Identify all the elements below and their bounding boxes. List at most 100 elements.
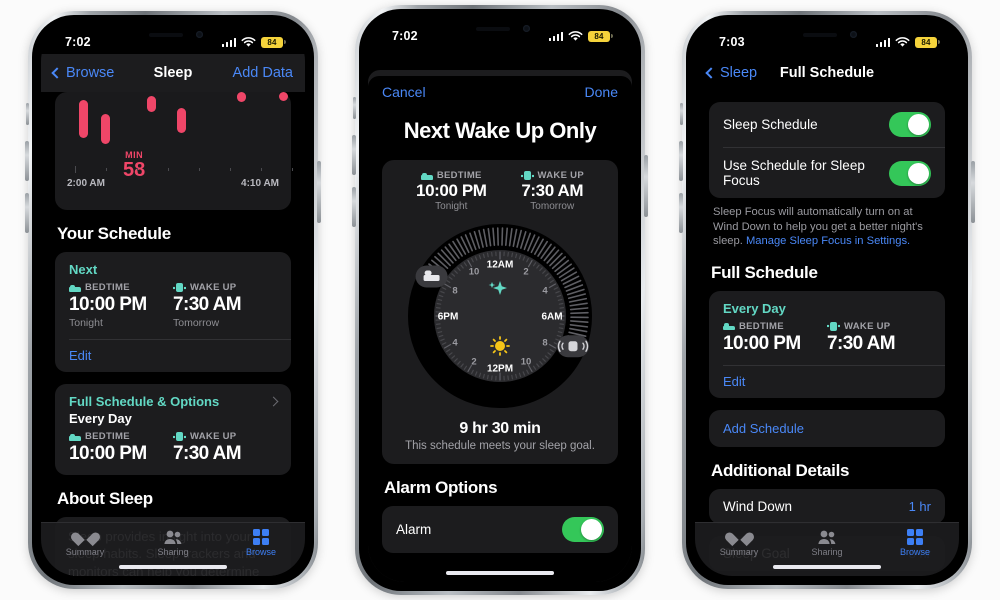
chart-bar	[279, 92, 288, 101]
tab-sharing-label: Sharing	[811, 547, 843, 557]
wakeup-sub: Tomorrow	[530, 201, 575, 212]
wifi-icon	[568, 30, 583, 41]
silent-switch[interactable]	[353, 97, 356, 119]
cancel-button[interactable]: Cancel	[382, 84, 426, 100]
alarm-toggle[interactable]	[562, 517, 604, 542]
schedule-card-body: Every Day BEDTIME 10:00 PM WAKE UP 7:30 …	[709, 291, 945, 365]
status-time: 7:02	[392, 29, 418, 43]
status-indicators: 84	[875, 36, 940, 48]
wakeup-sub: Tomorrow	[173, 317, 220, 329]
chevron-right-icon	[268, 396, 279, 407]
add-schedule-card[interactable]: Add Schedule	[709, 409, 945, 447]
wifi-icon	[241, 36, 256, 47]
speaker-icon	[149, 33, 183, 37]
volume-up-button[interactable]	[352, 135, 356, 175]
tab-browse[interactable]: Browse	[217, 529, 305, 557]
scroll-content[interactable]: Sleep Schedule Use Schedule for Sleep Fo…	[695, 92, 959, 576]
edit-button[interactable]: Edit	[709, 366, 945, 398]
power-button[interactable]	[644, 155, 648, 217]
wakeup-caption-wrap: WAKE UP	[827, 321, 931, 332]
wakeup-caption: WAKE UP	[190, 282, 237, 293]
chevron-left-icon	[705, 67, 717, 79]
phone-screen: 7:02 84	[368, 18, 632, 582]
wakeup-column: WAKE UP 7:30 AM	[173, 431, 277, 465]
tab-sharing[interactable]: Sharing	[129, 529, 217, 557]
tab-sharing[interactable]: Sharing	[783, 529, 871, 557]
modal-sheet: Cancel Done Next Wake Up Only BEDTIME 10…	[368, 70, 632, 582]
bed-icon	[420, 172, 433, 180]
bedtime-column: BEDTIME 10:00 PM Tonight	[69, 282, 173, 329]
svg-text:4: 4	[542, 286, 548, 297]
volume-up-button[interactable]	[679, 141, 683, 181]
wakeup-column: WAKE UP 7:30 AM	[827, 321, 931, 355]
volume-down-button[interactable]	[25, 193, 29, 233]
battery-level: 84	[921, 37, 931, 47]
volume-down-button[interactable]	[679, 193, 683, 233]
schedule-card[interactable]: Every Day BEDTIME 10:00 PM WAKE UP 7:30 …	[709, 290, 945, 398]
tab-summary[interactable]: Summary	[695, 529, 783, 557]
alarm-options-heading: Alarm Options	[384, 478, 498, 497]
home-indicator[interactable]	[773, 565, 881, 569]
alarm-icon	[173, 432, 186, 441]
full-schedule-card[interactable]: Full Schedule & Options Every Day BEDTIM…	[55, 384, 291, 475]
sleep-schedule-toggle[interactable]	[889, 112, 931, 137]
wind-down-row[interactable]: Wind Down 1 hr	[709, 489, 945, 524]
svg-text:10: 10	[521, 357, 532, 368]
tab-summary[interactable]: Summary	[41, 529, 129, 557]
back-button[interactable]: Sleep	[705, 65, 827, 81]
volume-down-button[interactable]	[352, 187, 356, 227]
sheet-heading: Next Wake Up Only	[403, 118, 597, 143]
scroll-content[interactable]: MIN 58 2:00 AM 4:10 AM Your Schedule Nex…	[41, 92, 305, 576]
chart-bar	[101, 114, 110, 144]
power-button[interactable]	[317, 161, 321, 223]
sleep-focus-row[interactable]: Use Schedule for Sleep Focus	[709, 148, 945, 198]
sleep-focus-toggle[interactable]	[889, 160, 931, 186]
sleep-chart-card[interactable]: MIN 58 2:00 AM 4:10 AM	[55, 92, 293, 210]
wakeup-column: WAKE UP 7:30 AM Tomorrow	[520, 170, 584, 212]
svg-text:12PM: 12PM	[487, 364, 513, 375]
bed-icon	[723, 322, 735, 331]
full-schedule-title: Full Schedule & Options	[69, 394, 220, 409]
sleep-toggles-group: Sleep Schedule Use Schedule for Sleep Fo…	[709, 102, 945, 198]
alarm-toggle-row[interactable]: Alarm	[382, 506, 618, 553]
home-indicator[interactable]	[119, 565, 227, 569]
schedule-dial-card[interactable]: BEDTIME 10:00 PM Tonight WAKE UP 7:30 AM…	[382, 160, 618, 464]
speaker-icon	[803, 33, 837, 37]
add-data-label: Add Data	[232, 65, 293, 81]
wakeup-caption: WAKE UP	[844, 320, 891, 332]
camera-icon	[523, 25, 530, 32]
next-schedule-card[interactable]: Next BEDTIME 10:00 PM Tonight WAKE UP 7:…	[55, 252, 291, 372]
tab-browse-label: Browse	[899, 547, 930, 557]
chart-axis-left: 2:00 AM	[67, 178, 105, 189]
wakeup-caption-wrap: WAKE UP	[173, 282, 277, 293]
your-schedule-heading: Your Schedule	[57, 224, 171, 243]
sleep-schedule-row[interactable]: Sleep Schedule	[709, 102, 945, 147]
wakeup-value: 7:30 AM	[173, 443, 242, 464]
silent-switch[interactable]	[680, 103, 683, 125]
done-button[interactable]: Done	[585, 84, 618, 100]
sleep-dial[interactable]: 12AM 2 4 6AM 8 10 12PM 2 4 6PM 8 10	[404, 220, 596, 412]
dial-svg[interactable]: 12AM 2 4 6AM 8 10 12PM 2 4 6PM 8 10	[404, 220, 596, 412]
battery-level: 84	[267, 37, 277, 47]
battery-icon: 84	[915, 36, 940, 48]
back-button[interactable]: Browse	[51, 65, 173, 81]
bedtime-sub: Tonight	[69, 317, 103, 329]
chart-bars: MIN 58	[67, 92, 288, 180]
people-icon	[164, 530, 182, 544]
chevron-left-icon	[51, 67, 63, 79]
bedtime-value: 10:00 PM	[69, 294, 147, 315]
edit-button[interactable]: Edit	[55, 340, 291, 372]
bedtime-sub: Tonight	[435, 201, 468, 212]
silent-switch[interactable]	[26, 103, 29, 125]
volume-up-button[interactable]	[25, 141, 29, 181]
power-button[interactable]	[971, 161, 975, 223]
additional-details-heading: Additional Details	[711, 460, 850, 480]
add-data-button[interactable]: Add Data	[173, 65, 293, 81]
tab-browse-label: Browse	[245, 547, 276, 557]
add-schedule-button[interactable]: Add Schedule	[709, 410, 945, 447]
tab-browse[interactable]: Browse	[871, 529, 959, 557]
home-indicator[interactable]	[446, 571, 554, 575]
manage-sleep-focus-link[interactable]: Manage Sleep Focus in Settings.	[746, 235, 910, 247]
chart-axis	[67, 166, 293, 176]
phone-sleep-overview: 7:02 84 Browse Sleep Add Data MIN 58 2:0…	[25, 11, 321, 589]
